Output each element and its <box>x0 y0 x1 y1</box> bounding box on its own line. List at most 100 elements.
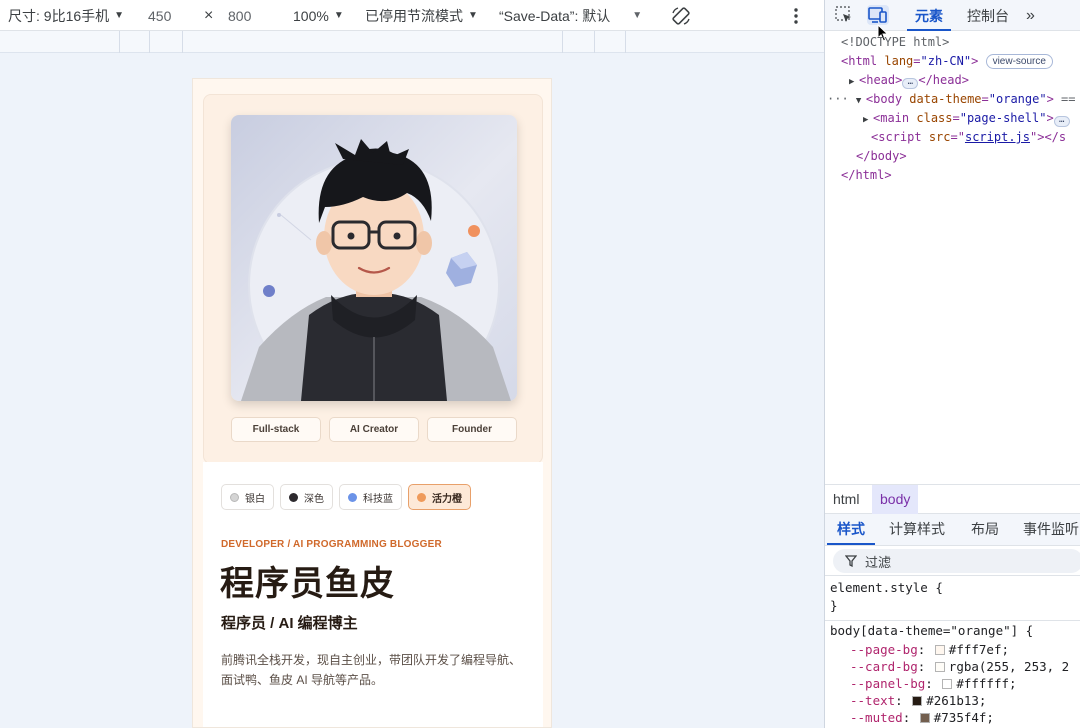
rule-divider <box>825 620 1080 621</box>
property-value: rgba(255, 253, 2 <box>948 659 1070 674</box>
style-property[interactable]: --muted: #735f4f; <box>850 709 994 726</box>
color-swatch-icon[interactable] <box>942 679 953 689</box>
hero-card: Full-stack AI Creator Founder <box>203 94 543 464</box>
height-input[interactable]: 800 <box>228 0 251 31</box>
tag-name: </html> <box>841 168 892 182</box>
color-swatch-icon[interactable] <box>934 662 945 672</box>
theme-label: 活力橙 <box>432 493 462 505</box>
breadcrumb-html[interactable]: html <box>825 485 867 514</box>
ruler-tick <box>625 31 626 53</box>
dimensions-label: 尺寸: 9比16手机 <box>8 7 110 24</box>
tag-name: body <box>873 92 903 106</box>
tab-console[interactable]: 控制台 <box>967 0 1009 31</box>
throttle-label: 已停用节流模式 <box>365 7 463 24</box>
dom-node-script[interactable]: <script src="script.js"></s <box>871 128 1066 147</box>
ellipsis-icon[interactable]: … <box>1053 116 1070 127</box>
tag-chip: AI Creator <box>329 417 419 442</box>
tab-event-listeners[interactable]: 事件监听 <box>1023 514 1079 545</box>
dom-node-body[interactable]: ··· ▼ <body data-theme="orange"> == <box>827 90 1075 109</box>
dom-node-html-close[interactable]: </html> <box>841 166 892 185</box>
breadcrumb: html body <box>825 484 1080 514</box>
style-property[interactable]: --text: #261b13; <box>850 692 986 709</box>
theme-label: 银白 <box>245 493 265 505</box>
profile-card: 银白 深色 科技蓝 活力橙 DEVELOPER / AI PROGRAMMING… <box>203 462 543 727</box>
chevron-down-icon: ▼ <box>468 10 478 21</box>
page-shell: Full-stack AI Creator Founder 银白 深色 科技蓝 <box>192 78 552 728</box>
dom-node-doctype[interactable]: <!DOCTYPE html> <box>841 33 949 52</box>
view-source-badge[interactable]: view-source <box>985 54 1053 69</box>
zoom-label: 100% <box>293 7 329 24</box>
device-toggle-icon[interactable] <box>867 5 889 25</box>
devtools-panel: 元素 控制台 » <!DOCTYPE html> <html lang="zh-… <box>824 0 1080 728</box>
rule-selector[interactable]: body[data-theme="orange"] { <box>830 622 1033 639</box>
theme-label: 深色 <box>304 493 324 505</box>
dom-node-main[interactable]: ▶ <main class="page-shell">… <box>863 109 1070 128</box>
ellipsis-icon[interactable]: … <box>902 78 919 89</box>
blue-dot-icon <box>348 492 357 502</box>
save-data-label: “Save-Data”: 默认 <box>499 7 611 24</box>
rotate-icon[interactable] <box>670 0 692 31</box>
attr-name: data-theme <box>909 92 982 106</box>
attr-value: "zh-CN" <box>920 54 972 68</box>
color-swatch-icon[interactable] <box>912 696 923 706</box>
role-tags: Full-stack AI Creator Founder <box>231 417 517 442</box>
tab-styles[interactable]: 样式 <box>827 514 875 545</box>
theme-button-silver[interactable]: 银白 <box>221 484 274 510</box>
tag-name: </body> <box>856 149 907 163</box>
dom-node-html[interactable]: <html lang="zh-CN"> view-source <box>841 52 1053 71</box>
theme-button-orange[interactable]: 活力橙 <box>408 484 471 510</box>
script-src-link[interactable]: script.js <box>965 130 1030 144</box>
theme-label: 科技蓝 <box>363 493 393 505</box>
style-property[interactable]: --panel-bg: #ffffff; <box>850 675 1017 692</box>
tab-layout[interactable]: 布局 <box>971 514 999 545</box>
tag-chip: Founder <box>427 417 517 442</box>
theme-switcher: 银白 深色 科技蓝 活力橙 <box>221 484 471 510</box>
device-toolbar: 尺寸: 9比16手机 ▼ 450 × 800 100% ▼ 已停用节流模式 ▼ … <box>0 0 824 31</box>
filter-input[interactable]: 过滤 <box>833 549 1080 573</box>
dom-node-head[interactable]: ▶ <head>… </head> <box>849 71 969 90</box>
zoom-dropdown[interactable]: 100% ▼ <box>293 0 344 31</box>
property-value: #261b13; <box>926 693 987 708</box>
dom-node-body-close[interactable]: </body> <box>856 147 907 166</box>
theme-button-blue[interactable]: 科技蓝 <box>339 484 402 510</box>
element-style-selector[interactable]: element.style { <box>830 579 943 596</box>
ruler-tick <box>562 31 563 53</box>
dom-tree: <!DOCTYPE html> <html lang="zh-CN"> view… <box>825 31 1080 483</box>
filter-bar: 过滤 <box>825 546 1080 576</box>
save-data-dropdown[interactable]: “Save-Data”: 默认 ▼ <box>499 0 642 31</box>
width-input[interactable]: 450 <box>148 0 171 31</box>
media-query-ruler <box>0 31 824 53</box>
property-value: #fff7ef; <box>948 642 1010 657</box>
styles-pane: element.style { } body[data-theme="orang… <box>825 577 1080 728</box>
tag-name: <head> <box>859 73 903 87</box>
attr-value: "orange" <box>988 92 1047 106</box>
style-property[interactable]: --page-bg: #fff7ef; <box>850 641 1009 658</box>
profile-subtitle: 程序员 / AI 编程博主 <box>221 615 358 632</box>
device-viewport: Full-stack AI Creator Founder 银白 深色 科技蓝 <box>0 53 824 728</box>
tag-name: main <box>880 111 910 125</box>
color-swatch-icon[interactable] <box>919 713 930 723</box>
more-tabs-icon[interactable]: » <box>1026 0 1035 31</box>
chevron-down-icon: ▼ <box>632 10 643 21</box>
tab-computed[interactable]: 计算样式 <box>889 514 945 545</box>
theme-button-dark[interactable]: 深色 <box>280 484 333 510</box>
style-property[interactable]: --card-bg: rgba(255, 253, 2 <box>850 658 1069 675</box>
tab-elements[interactable]: 元素 <box>907 0 951 31</box>
profile-name: 程序员鱼皮 <box>220 565 395 603</box>
property-name: --muted <box>850 710 903 725</box>
role-eyebrow: DEVELOPER / AI PROGRAMMING BLOGGER <box>221 539 442 550</box>
dimensions-dropdown[interactable]: 尺寸: 9比16手机 ▼ <box>8 0 124 31</box>
doctype-text: <!DOCTYPE html> <box>841 35 950 49</box>
throttle-dropdown[interactable]: 已停用节流模式 ▼ <box>365 0 478 31</box>
filter-icon <box>845 555 857 567</box>
inspect-element-icon[interactable] <box>834 5 856 25</box>
avatar <box>231 115 517 401</box>
more-vertical-icon[interactable] <box>792 0 800 31</box>
more-icon: ··· <box>827 92 856 106</box>
color-swatch-icon[interactable] <box>934 645 945 655</box>
breadcrumb-body[interactable]: body <box>872 485 919 514</box>
ruler-tick <box>594 31 595 53</box>
attr-name: src <box>928 130 951 144</box>
times-icon: × <box>204 6 214 24</box>
profile-bio: 前腾讯全栈开发，现自主创业，带团队开发了编程导航、面试鸭、鱼皮 AI 导航等产品… <box>221 653 522 687</box>
